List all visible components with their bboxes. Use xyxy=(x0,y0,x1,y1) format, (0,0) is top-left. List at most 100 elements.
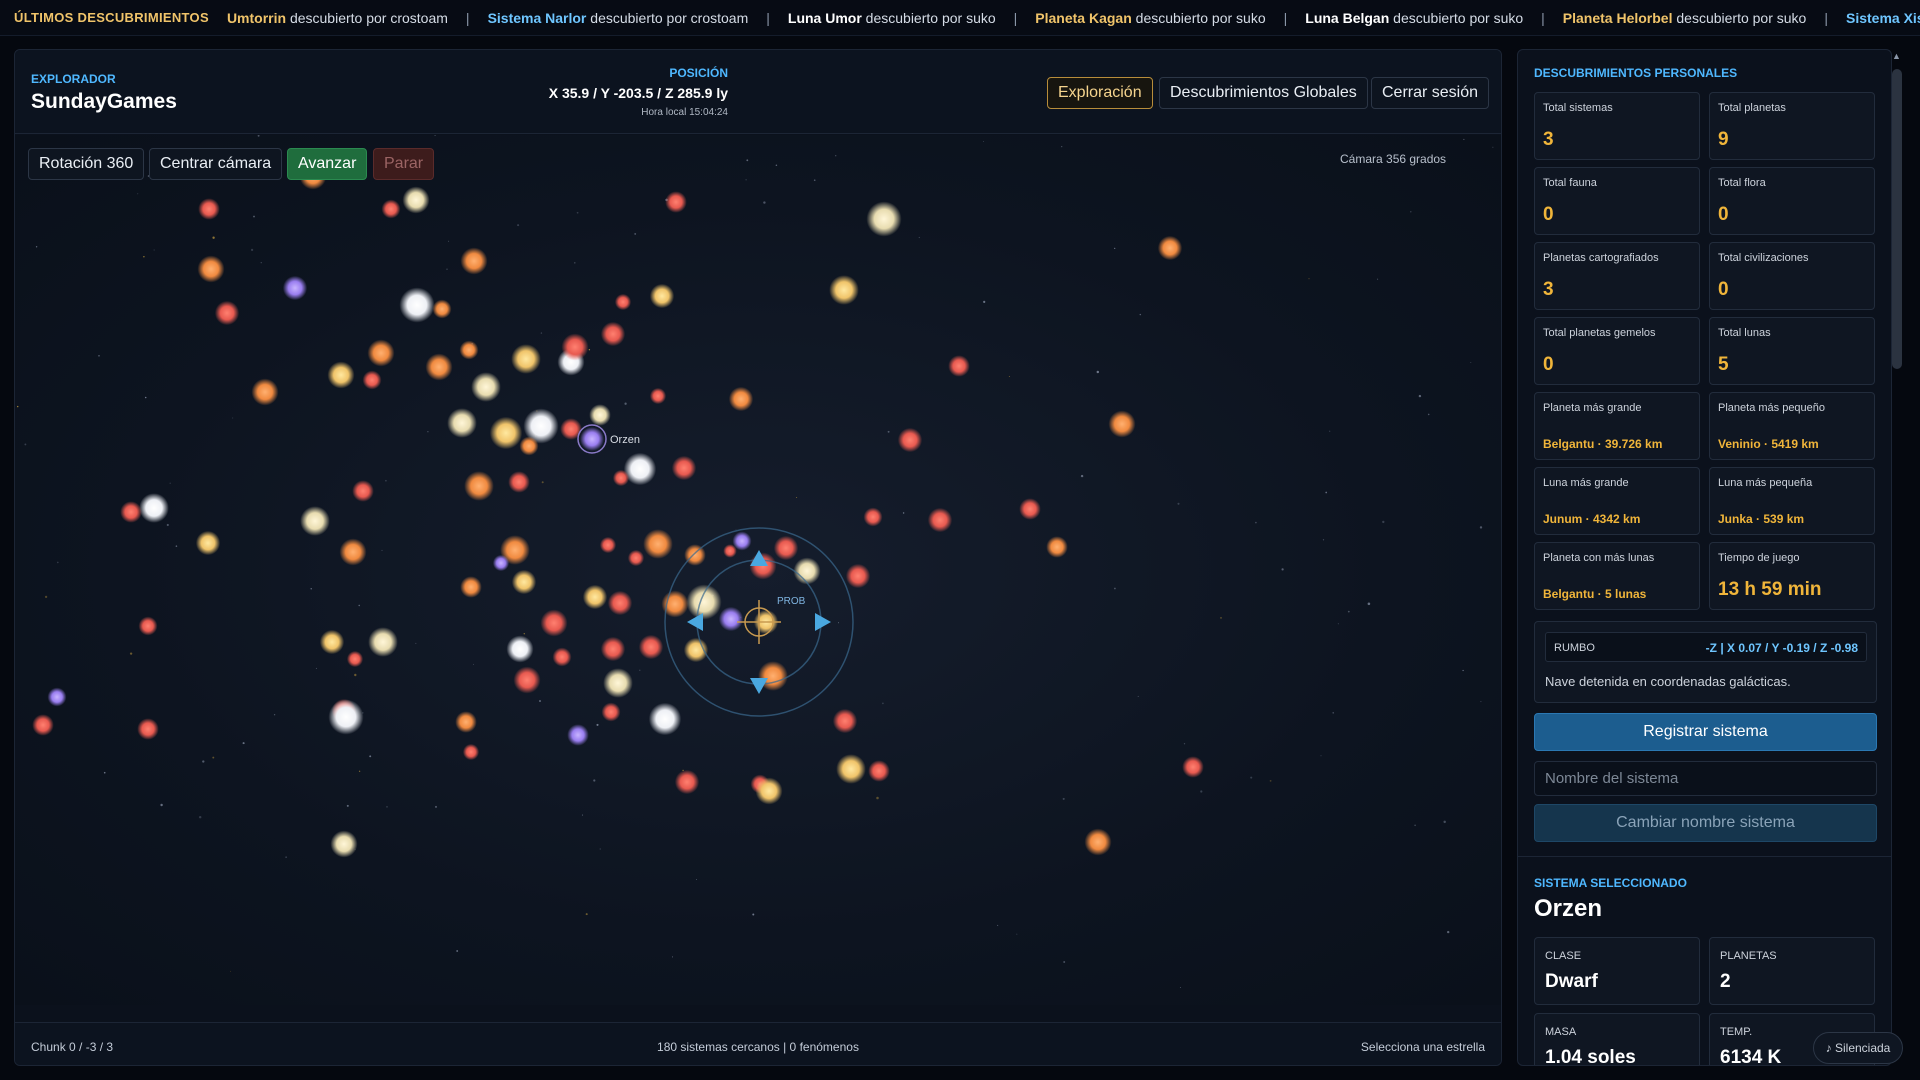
stop-button[interactable]: Parar xyxy=(373,148,435,180)
star[interactable] xyxy=(648,702,682,736)
star[interactable] xyxy=(381,199,401,219)
star[interactable] xyxy=(612,469,630,487)
system-name-input[interactable] xyxy=(1534,761,1877,796)
scroll-up-icon[interactable]: ▲ xyxy=(1892,51,1901,61)
star[interactable] xyxy=(319,629,345,655)
star[interactable] xyxy=(603,668,633,698)
star[interactable] xyxy=(600,321,626,347)
star[interactable] xyxy=(948,355,970,377)
star[interactable] xyxy=(755,777,783,805)
star[interactable] xyxy=(447,408,477,438)
star[interactable] xyxy=(1157,235,1183,261)
star[interactable] xyxy=(368,627,398,657)
star[interactable] xyxy=(460,576,482,598)
star[interactable] xyxy=(464,471,494,501)
star[interactable] xyxy=(671,455,697,481)
star[interactable] xyxy=(601,702,621,722)
star[interactable] xyxy=(638,634,664,660)
star[interactable] xyxy=(1046,536,1068,558)
logout-button[interactable]: Cerrar sesión xyxy=(1371,77,1490,109)
star[interactable] xyxy=(723,544,737,558)
star[interactable] xyxy=(300,506,330,536)
star[interactable] xyxy=(627,549,645,567)
star[interactable] xyxy=(402,186,430,214)
star[interactable] xyxy=(32,714,54,736)
scroll-thumb[interactable] xyxy=(1892,69,1902,369)
star[interactable] xyxy=(540,609,568,637)
star[interactable] xyxy=(330,830,358,858)
star[interactable] xyxy=(508,471,530,493)
register-system-button[interactable]: Registrar sistema xyxy=(1534,713,1877,751)
star[interactable] xyxy=(1182,756,1204,778)
star[interactable] xyxy=(460,247,488,275)
star[interactable] xyxy=(863,507,883,527)
star[interactable] xyxy=(665,191,687,213)
star[interactable] xyxy=(519,436,539,456)
star[interactable] xyxy=(282,275,308,301)
star[interactable] xyxy=(455,711,477,733)
star[interactable] xyxy=(511,344,541,374)
star[interactable] xyxy=(589,404,611,426)
star[interactable] xyxy=(339,538,367,566)
star[interactable] xyxy=(718,606,744,632)
star[interactable] xyxy=(897,427,923,453)
star[interactable] xyxy=(829,275,859,305)
star[interactable] xyxy=(362,370,382,390)
star[interactable] xyxy=(552,647,572,667)
star[interactable] xyxy=(352,480,374,502)
star[interactable] xyxy=(328,699,364,735)
star[interactable] xyxy=(471,372,501,402)
star[interactable] xyxy=(836,754,866,784)
star[interactable] xyxy=(489,416,523,450)
star[interactable] xyxy=(674,769,700,795)
star[interactable] xyxy=(327,361,355,389)
selected-star[interactable] xyxy=(580,427,604,451)
star[interactable] xyxy=(198,198,220,220)
star[interactable] xyxy=(120,501,142,523)
star[interactable] xyxy=(1019,498,1041,520)
star[interactable] xyxy=(649,283,675,309)
star[interactable] xyxy=(686,584,722,620)
center-camera-button[interactable]: Centrar cámara xyxy=(149,148,283,180)
star[interactable] xyxy=(251,378,279,406)
star[interactable] xyxy=(728,386,754,412)
star[interactable] xyxy=(614,293,632,311)
star[interactable] xyxy=(927,507,953,533)
sidebar-scrollbar[interactable]: ▲ xyxy=(1890,49,1904,1066)
star[interactable] xyxy=(567,724,589,746)
star[interactable] xyxy=(214,300,240,326)
star[interactable] xyxy=(432,299,452,319)
nav-global-discoveries-button[interactable]: Descubrimientos Globales xyxy=(1159,77,1368,109)
star[interactable] xyxy=(845,563,871,589)
star[interactable] xyxy=(195,530,221,556)
star[interactable] xyxy=(773,535,799,561)
star[interactable] xyxy=(607,590,633,616)
star[interactable] xyxy=(513,666,541,694)
star[interactable] xyxy=(866,201,902,237)
star[interactable] xyxy=(561,333,589,361)
star-map-canvas[interactable]: PROB Orzen xyxy=(15,135,1502,1005)
star[interactable] xyxy=(1084,828,1112,856)
star[interactable] xyxy=(139,493,169,523)
star[interactable] xyxy=(462,743,480,761)
star[interactable] xyxy=(511,569,537,595)
star[interactable] xyxy=(197,255,225,283)
rotate-360-button[interactable]: Rotación 360 xyxy=(28,148,145,180)
star-layer[interactable] xyxy=(32,162,1204,858)
star[interactable] xyxy=(832,708,858,734)
star[interactable] xyxy=(137,718,159,740)
star[interactable] xyxy=(506,635,534,663)
nav-exploration-button[interactable]: Exploración xyxy=(1047,77,1153,109)
star[interactable] xyxy=(649,387,667,405)
star[interactable] xyxy=(367,339,395,367)
star[interactable] xyxy=(399,287,435,323)
star[interactable] xyxy=(582,584,608,610)
star[interactable] xyxy=(643,529,673,559)
star[interactable] xyxy=(1108,410,1136,438)
star[interactable] xyxy=(492,554,510,572)
mute-button[interactable]: ♪ Silenciada xyxy=(1813,1032,1903,1064)
star[interactable] xyxy=(793,557,821,585)
star[interactable] xyxy=(459,340,479,360)
star[interactable] xyxy=(346,650,364,668)
star[interactable] xyxy=(600,636,626,662)
